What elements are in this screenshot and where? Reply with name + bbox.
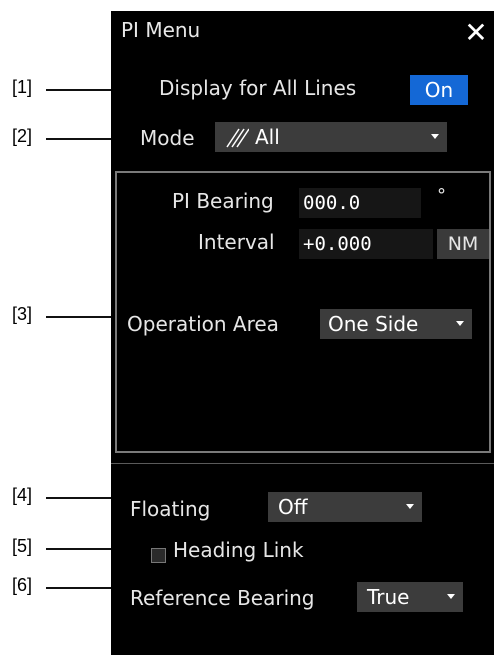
- callout-6: [6]: [12, 575, 33, 595]
- mode-dropdown[interactable]: All: [215, 122, 447, 152]
- leader-line-3: [46, 316, 116, 318]
- pi-menu-panel: PI Menu ✕ Display for All Lines On Mode …: [111, 11, 494, 655]
- close-button[interactable]: ✕: [460, 17, 492, 49]
- operation-area-dropdown[interactable]: One Side: [320, 309, 472, 339]
- callout-4: [4]: [12, 485, 33, 505]
- interval-label: Interval: [198, 230, 275, 254]
- close-icon: ✕: [464, 16, 488, 49]
- mode-label: Mode: [140, 126, 195, 150]
- pi-bearing-unit: °: [437, 185, 446, 206]
- title-bar: PI Menu ✕: [111, 11, 494, 53]
- pi-settings-group: PI Bearing 000.0 ° Interval +0.000 NM Op…: [115, 171, 491, 453]
- interval-input[interactable]: +0.000: [299, 229, 433, 259]
- chevron-down-icon: [431, 134, 439, 139]
- hatch-lines-icon: [225, 126, 250, 148]
- reference-bearing-value: True: [367, 585, 410, 609]
- section-divider: [111, 463, 494, 464]
- operation-area-value: One Side: [328, 312, 419, 336]
- mode-value: All: [255, 125, 280, 149]
- display-all-lines-toggle[interactable]: On: [410, 75, 468, 105]
- window-title: PI Menu: [121, 18, 201, 42]
- reference-bearing-label: Reference Bearing: [130, 586, 315, 610]
- callout-5: [5]: [12, 536, 33, 556]
- callout-3: [3]: [12, 304, 33, 324]
- floating-label: Floating: [130, 497, 211, 521]
- callout-2: [2]: [12, 126, 33, 146]
- reference-bearing-dropdown[interactable]: True: [357, 582, 463, 612]
- pi-bearing-input[interactable]: 000.0: [299, 188, 421, 218]
- callout-1: [1]: [12, 77, 33, 97]
- chevron-down-icon: [447, 594, 455, 599]
- floating-dropdown[interactable]: Off: [268, 492, 422, 522]
- chevron-down-icon: [406, 504, 414, 509]
- display-all-lines-label: Display for All Lines: [159, 76, 357, 100]
- pi-bearing-label: PI Bearing: [172, 189, 274, 213]
- heading-link-checkbox[interactable]: [151, 548, 166, 563]
- operation-area-label: Operation Area: [127, 312, 279, 336]
- heading-link-label: Heading Link: [173, 538, 304, 562]
- interval-unit-button[interactable]: NM: [437, 229, 489, 259]
- floating-value: Off: [278, 495, 308, 519]
- chevron-down-icon: [456, 321, 464, 326]
